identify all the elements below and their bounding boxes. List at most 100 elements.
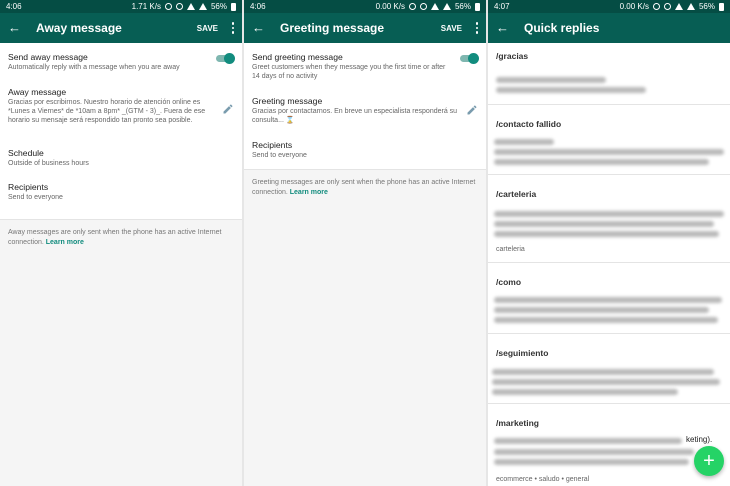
quick-reply-item[interactable]: /carteleria carteleria <box>488 175 730 263</box>
vibrate-icon <box>175 3 183 10</box>
footer: Greeting messages are only sent when the… <box>244 169 486 486</box>
redacted-text <box>492 369 714 375</box>
status-bar: 4:06 1.71 K/s 56% <box>0 0 242 13</box>
quick-reply-item[interactable]: /marketing keting). ecommerce • saludo •… <box>488 404 730 486</box>
setting-description: Outside of business hours <box>8 160 89 167</box>
redacted-text <box>494 438 682 444</box>
setting-description: Send to everyone <box>8 194 63 201</box>
setting-label: Greeting message <box>252 96 323 106</box>
status-bar: 4:07 0.00 K/s 56% <box>488 0 730 13</box>
vibrate-icon <box>663 3 671 10</box>
network-speed: 0.00 K/s <box>375 2 405 11</box>
learn-more-link[interactable]: Learn more <box>290 189 328 196</box>
wifi-icon <box>430 3 439 10</box>
quick-reply-item[interactable]: /seguimiento <box>488 334 730 404</box>
quick-reply-shortcut: /gracias <box>496 51 529 61</box>
quick-reply-item[interactable]: /gracias <box>488 43 730 105</box>
quick-reply-item[interactable]: /como <box>488 263 730 334</box>
alarm-icon <box>408 3 416 10</box>
send-greeting-toggle[interactable] <box>458 53 479 64</box>
footer: Away messages are only sent when the pho… <box>0 219 242 486</box>
quick-reply-text-fragment: keting). <box>686 435 713 444</box>
network-speed: 0.00 K/s <box>619 2 649 11</box>
battery-percent: 56% <box>454 2 471 11</box>
battery-icon <box>719 2 724 11</box>
status-bar: 4:06 0.00 K/s 56% <box>244 0 486 13</box>
redacted-text <box>494 317 718 323</box>
save-button[interactable]: SAVE <box>441 24 462 33</box>
pencil-icon[interactable] <box>222 103 234 115</box>
redacted-text <box>496 77 606 83</box>
network-speed: 1.71 K/s <box>131 2 161 11</box>
away-message-text: Gracias por escribirnos. Nuestro horario… <box>8 99 206 124</box>
battery-icon <box>231 2 236 11</box>
battery-percent: 56% <box>210 2 227 11</box>
quick-reply-shortcut: /contacto fallido <box>496 119 562 129</box>
setting-label: Send greeting message <box>252 52 343 62</box>
setting-label: Away message <box>8 87 67 97</box>
setting-description: Send to everyone <box>252 152 307 159</box>
more-vert-icon[interactable] <box>230 22 236 34</box>
setting-description: Automatically reply with a message when … <box>8 64 180 71</box>
recipients-setting[interactable]: Recipients Send to everyone <box>252 140 478 160</box>
greeting-message-screen: 4:06 0.00 K/s 56% ← Greeting message SAV… <box>244 0 486 486</box>
app-bar: ← Greeting message SAVE <box>244 13 486 43</box>
status-time: 4:06 <box>250 2 266 11</box>
alarm-icon <box>652 3 660 10</box>
alarm-icon <box>164 3 172 10</box>
back-arrow-icon[interactable]: ← <box>252 13 268 43</box>
app-bar: ← Away message SAVE <box>0 13 242 43</box>
redacted-text <box>494 149 724 155</box>
vibrate-icon <box>419 3 427 10</box>
status-time: 4:07 <box>494 2 510 11</box>
redacted-text <box>494 297 722 303</box>
setting-label: Recipients <box>252 140 293 150</box>
back-arrow-icon[interactable]: ← <box>496 13 512 43</box>
recipients-setting[interactable]: Recipients Send to everyone <box>8 182 234 202</box>
footer-note: Away messages are only sent when the pho… <box>8 229 222 246</box>
page-title: Quick replies <box>524 21 600 35</box>
greeting-message-text: Gracias por contactarnos. En breve un es… <box>252 108 458 124</box>
quick-reply-keywords: ecommerce • saludo • general <box>496 476 590 483</box>
signal-icon <box>198 3 207 10</box>
page-title: Away message <box>36 21 122 35</box>
add-icon: + <box>703 450 715 472</box>
redacted-text <box>494 459 689 465</box>
send-away-toggle[interactable] <box>214 53 235 64</box>
quick-reply-item[interactable]: /contacto fallido <box>488 105 730 175</box>
redacted-text <box>494 211 724 217</box>
save-button[interactable]: SAVE <box>197 24 218 33</box>
battery-icon <box>475 2 480 11</box>
away-message-screen: 4:06 1.71 K/s 56% ← Away message SAVE Se… <box>0 0 242 486</box>
setting-description: Greet customers when they message you th… <box>252 64 446 80</box>
redacted-text <box>494 159 709 165</box>
footer-note: Greeting messages are only sent when the… <box>252 179 476 196</box>
quick-replies-screen: 4:07 0.00 K/s 56% ← Quick replies /graci… <box>488 0 730 486</box>
pencil-icon[interactable] <box>466 104 478 116</box>
redacted-text <box>494 221 714 227</box>
learn-more-link[interactable]: Learn more <box>46 239 84 246</box>
quick-reply-keywords: carteleria <box>496 246 525 253</box>
redacted-text <box>496 87 646 93</box>
greeting-message-setting[interactable]: Greeting message Gracias por contactarno… <box>252 96 458 125</box>
add-quick-reply-button[interactable]: + <box>694 446 724 476</box>
wifi-icon <box>186 3 195 10</box>
redacted-text <box>494 231 719 237</box>
send-greeting-setting[interactable]: Send greeting message Greet customers wh… <box>252 52 450 81</box>
away-message-setting[interactable]: Away message Gracias por escribirnos. Nu… <box>8 87 214 125</box>
quick-reply-shortcut: /carteleria <box>496 189 537 199</box>
redacted-text <box>494 449 694 455</box>
quick-reply-shortcut: /marketing <box>496 418 539 428</box>
app-bar: ← Quick replies <box>488 13 730 43</box>
schedule-setting[interactable]: Schedule Outside of business hours <box>8 148 234 168</box>
redacted-text <box>492 389 678 395</box>
redacted-text <box>494 307 709 313</box>
more-vert-icon[interactable] <box>474 22 480 34</box>
send-away-setting[interactable]: Send away message Automatically reply wi… <box>8 52 206 72</box>
quick-reply-shortcut: /como <box>496 277 522 287</box>
back-arrow-icon[interactable]: ← <box>8 13 24 43</box>
wifi-icon <box>674 3 683 10</box>
signal-icon <box>686 3 695 10</box>
quick-reply-shortcut: /seguimiento <box>496 348 549 358</box>
setting-label: Schedule <box>8 148 44 158</box>
